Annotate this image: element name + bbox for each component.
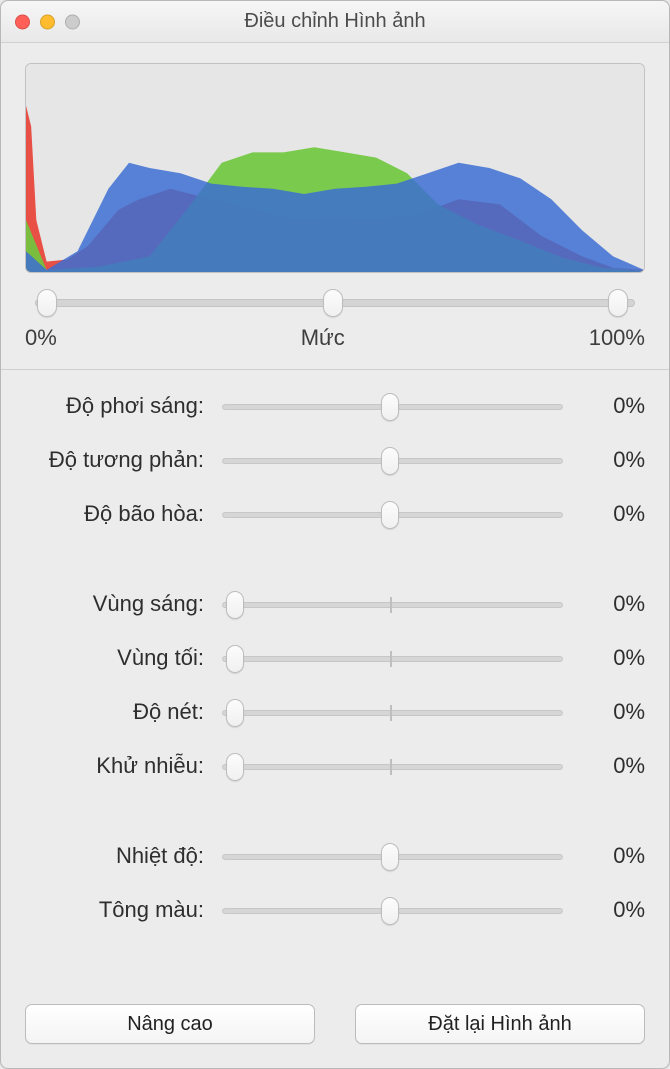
slider-tick	[390, 651, 392, 667]
slider-thumb[interactable]	[381, 501, 399, 529]
slider-rows: Độ phơi sáng:0%Độ tương phản:0%Độ bão hò…	[25, 388, 645, 928]
slider-row: Tông màu: 0%	[25, 892, 645, 928]
slider-track	[222, 710, 563, 716]
group-spacer	[25, 550, 645, 568]
slider-row: Nhiệt độ: 0%	[25, 838, 645, 874]
slider-thumb[interactable]	[226, 591, 244, 619]
reset-button[interactable]: Đặt lại Hình ảnh	[355, 1004, 645, 1044]
slider-thumb[interactable]	[226, 753, 244, 781]
slider-thumb[interactable]	[381, 393, 399, 421]
slider-control[interactable]	[210, 644, 575, 672]
slider-control[interactable]	[210, 842, 575, 870]
traffic-lights	[15, 14, 80, 29]
slider-thumb[interactable]	[381, 843, 399, 871]
slider-row: Độ nét: 0%	[25, 694, 645, 730]
titlebar: Điều chỉnh Hình ảnh	[1, 1, 669, 43]
levels-slider[interactable]	[25, 287, 645, 321]
slider-tick	[390, 705, 392, 721]
levels-mid-thumb[interactable]	[323, 289, 343, 317]
slider-control[interactable]	[210, 500, 575, 528]
slider-row: Độ bão hòa: 0%	[25, 496, 645, 532]
levels-right-label: 100%	[589, 325, 645, 351]
slider-track	[222, 656, 563, 662]
slider-row: Độ phơi sáng: 0%	[25, 388, 645, 424]
slider-label: Vùng sáng:	[25, 591, 210, 617]
slider-label: Độ nét:	[25, 699, 210, 725]
window-title: Điều chỉnh Hình ảnh	[1, 10, 669, 33]
slider-value: 0%	[575, 843, 645, 869]
slider-tick	[390, 759, 392, 775]
slider-thumb[interactable]	[381, 447, 399, 475]
slider-control[interactable]	[210, 698, 575, 726]
levels-white-thumb[interactable]	[608, 289, 628, 317]
slider-row: Vùng sáng: 0%	[25, 586, 645, 622]
divider	[1, 369, 669, 370]
slider-row: Khử nhiễu: 0%	[25, 748, 645, 784]
zoom-window-button[interactable]	[65, 14, 80, 29]
slider-value: 0%	[575, 699, 645, 725]
slider-control[interactable]	[210, 590, 575, 618]
close-window-button[interactable]	[15, 14, 30, 29]
slider-thumb[interactable]	[226, 699, 244, 727]
slider-label: Nhiệt độ:	[25, 843, 210, 869]
levels-black-thumb[interactable]	[37, 289, 57, 317]
slider-label: Tông màu:	[25, 897, 210, 923]
slider-thumb[interactable]	[226, 645, 244, 673]
slider-value: 0%	[575, 645, 645, 671]
enhance-button[interactable]: Nâng cao	[25, 1004, 315, 1044]
slider-track	[222, 764, 563, 770]
slider-value: 0%	[575, 501, 645, 527]
slider-value: 0%	[575, 591, 645, 617]
slider-value: 0%	[575, 753, 645, 779]
levels-labels: 0% Mức 100%	[25, 325, 645, 351]
slider-label: Khử nhiễu:	[25, 753, 210, 779]
slider-row: Vùng tối: 0%	[25, 640, 645, 676]
slider-row: Độ tương phản: 0%	[25, 442, 645, 478]
slider-tick	[390, 597, 392, 613]
histogram	[25, 63, 645, 273]
button-row: Nâng cao Đặt lại Hình ảnh	[25, 986, 645, 1068]
content-area: 0% Mức 100% Độ phơi sáng:0%Độ tương phản…	[1, 43, 669, 1068]
slider-label: Vùng tối:	[25, 645, 210, 671]
slider-label: Độ bão hòa:	[25, 501, 210, 527]
slider-label: Độ phơi sáng:	[25, 393, 210, 419]
slider-track	[222, 602, 563, 608]
levels-mid-label: Mức	[301, 325, 345, 351]
slider-control[interactable]	[210, 752, 575, 780]
group-spacer	[25, 802, 645, 820]
adjust-image-window: Điều chỉnh Hình ảnh 0% Mức 100%	[0, 0, 670, 1069]
slider-control[interactable]	[210, 896, 575, 924]
slider-control[interactable]	[210, 446, 575, 474]
levels-left-label: 0%	[25, 325, 57, 351]
slider-control[interactable]	[210, 392, 575, 420]
slider-value: 0%	[575, 447, 645, 473]
slider-value: 0%	[575, 897, 645, 923]
slider-value: 0%	[575, 393, 645, 419]
minimize-window-button[interactable]	[40, 14, 55, 29]
slider-label: Độ tương phản:	[25, 447, 210, 473]
slider-thumb[interactable]	[381, 897, 399, 925]
